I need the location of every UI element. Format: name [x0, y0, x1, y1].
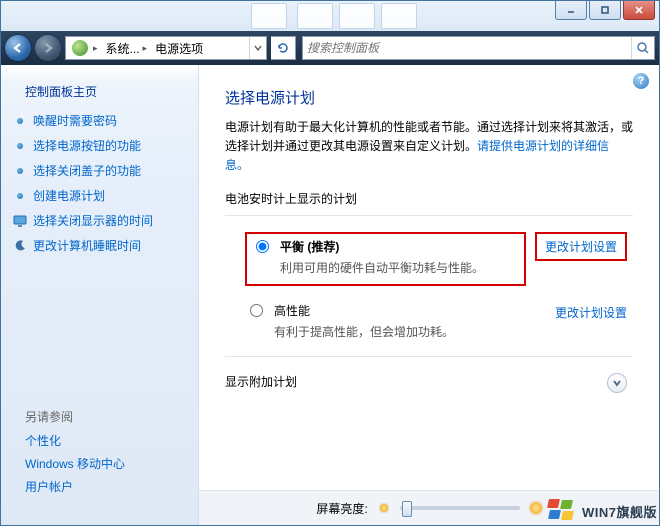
address-bar[interactable]: ▸ 系统...▸ 电源选项	[65, 36, 267, 60]
refresh-button[interactable]	[271, 36, 296, 60]
watermark-text: WIN7旗舰版	[582, 502, 657, 521]
divider	[225, 215, 633, 216]
search-icon	[636, 41, 650, 55]
search-button[interactable]	[631, 37, 654, 59]
plan-balanced-settings-link[interactable]: 更改计划设置	[545, 240, 617, 254]
bullet-icon	[17, 143, 23, 149]
plan-balanced-name: 平衡 (推荐)	[280, 238, 484, 255]
address-dropdown[interactable]	[249, 37, 266, 59]
moon-icon	[13, 239, 27, 253]
artifact-tile	[251, 3, 287, 29]
content: 选择电源计划 电源计划有助于最大化计算机的性能或者节能。通过选择计划来将其激活，…	[199, 65, 659, 400]
plan-balanced: 平衡 (推荐) 利用可用的硬件自动平衡功耗与性能。 更改计划设置	[225, 226, 633, 296]
artifact-tile	[297, 3, 333, 29]
brightness-label: 屏幕亮度:	[316, 500, 367, 517]
plan-balanced-radio[interactable]	[256, 240, 269, 253]
window-root: ▸ 系统...▸ 电源选项 控制面板主页 唤醒时需要密码 选择电源按钮的功能 选…	[0, 0, 660, 526]
chevron-right-icon: ▸	[143, 43, 148, 54]
plan-highperf-sub: 有利于提高性能，但会增加功耗。	[274, 323, 454, 340]
sidebar-item-power-button[interactable]: 选择电源按钮的功能	[1, 133, 198, 158]
minimize-button[interactable]	[555, 1, 587, 20]
sidebar-heading[interactable]: 控制面板主页	[1, 79, 198, 108]
bullet-icon	[17, 118, 23, 124]
see-also-accounts[interactable]: 用户帐户	[1, 475, 198, 498]
divider	[225, 356, 633, 357]
bullet-icon	[17, 193, 23, 199]
see-also-personalize[interactable]: 个性化	[1, 429, 198, 452]
expand-extra-button[interactable]	[607, 373, 627, 393]
body-split: 控制面板主页 唤醒时需要密码 选择电源按钮的功能 选择关闭盖子的功能 创建电源计…	[1, 65, 659, 525]
breadcrumb-power[interactable]: 电源选项	[151, 37, 207, 59]
search-box[interactable]	[302, 36, 655, 60]
close-button[interactable]	[623, 1, 655, 20]
display-icon	[13, 214, 27, 228]
maximize-button[interactable]	[589, 1, 621, 20]
windows-flag-icon	[548, 499, 576, 523]
artifact-tile	[339, 3, 375, 29]
sidebar-item-lid-close[interactable]: 选择关闭盖子的功能	[1, 158, 198, 183]
slider-thumb[interactable]	[402, 501, 412, 517]
sun-dim-icon	[379, 504, 387, 512]
see-also-heading: 另请参阅	[1, 408, 198, 429]
plan-highperf: 高性能 有利于提高性能，但会增加功耗。 更改计划设置	[225, 296, 633, 350]
brightness-slider[interactable]	[400, 506, 520, 510]
sun-bright-icon	[530, 502, 542, 514]
section-battery-label: 电池安时计上显示的计划	[225, 190, 633, 207]
bullet-icon	[17, 168, 23, 174]
sidebar-item-create-plan[interactable]: 创建电源计划	[1, 183, 198, 208]
see-also-mobility[interactable]: Windows 移动中心	[1, 452, 198, 475]
page-title: 选择电源计划	[225, 87, 633, 108]
sidebar-item-wake-password[interactable]: 唤醒时需要密码	[1, 108, 198, 133]
back-button[interactable]	[5, 35, 31, 61]
plan-highperf-name: 高性能	[274, 302, 454, 319]
main-pane: ? 选择电源计划 电源计划有助于最大化计算机的性能或者节能。通过选择计划来将其激…	[199, 65, 659, 525]
titlebar-artifact	[1, 1, 659, 31]
forward-button[interactable]	[35, 35, 61, 61]
artifact-tile	[381, 3, 417, 29]
plan-balanced-sub: 利用可用的硬件自动平衡功耗与性能。	[280, 259, 484, 276]
sidebar-item-sleep-time[interactable]: 更改计算机睡眠时间	[1, 233, 198, 258]
sidebar-item-display-off[interactable]: 选择关闭显示器的时间	[1, 208, 198, 233]
window-controls	[553, 1, 655, 20]
breadcrumb-system[interactable]: 系统...▸	[102, 37, 152, 59]
section-extra-label: 显示附加计划	[225, 373, 297, 390]
sidebar: 控制面板主页 唤醒时需要密码 选择电源按钮的功能 选择关闭盖子的功能 创建电源计…	[1, 65, 199, 525]
refresh-icon	[276, 41, 290, 55]
watermark: WIN7旗舰版	[548, 499, 657, 523]
plan-highperf-radio[interactable]	[250, 304, 263, 317]
chevron-right-icon: ▸	[93, 43, 98, 54]
plan-highperf-settings-link[interactable]: 更改计划设置	[555, 304, 627, 321]
page-description: 电源计划有助于最大化计算机的性能或者节能。通过选择计划来将其激活，或选择计划并通…	[225, 118, 633, 176]
help-button[interactable]: ?	[633, 73, 649, 89]
search-input[interactable]	[303, 41, 631, 55]
control-panel-icon	[72, 40, 88, 56]
nav-bar: ▸ 系统...▸ 电源选项	[1, 31, 659, 65]
